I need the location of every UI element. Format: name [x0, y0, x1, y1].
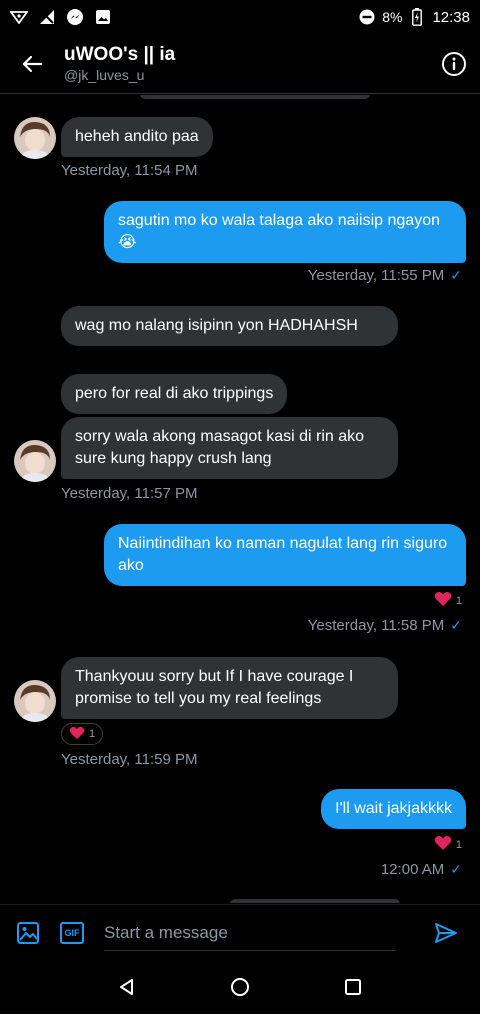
check-icon: ✓	[450, 267, 462, 283]
message-text: heheh andito paa	[75, 128, 199, 145]
info-button[interactable]	[428, 34, 480, 94]
gif-icon: GIF	[60, 921, 84, 944]
message-text: Thankyouu sorry but If I have courage I …	[75, 668, 354, 707]
message-bubble[interactable]: pero for real di ako trippings	[61, 374, 288, 414]
check-icon: ✓	[450, 861, 462, 877]
heart-icon	[434, 835, 452, 854]
message-text: wag mo nalang isipinn yon HADHAHSH	[75, 317, 358, 334]
square-recents-icon	[345, 979, 362, 995]
nav-back-button[interactable]	[107, 967, 147, 1007]
status-bar: 8% 12:38	[0, 0, 480, 34]
reaction-count: 1	[455, 838, 462, 851]
system-navigation-bar	[0, 960, 480, 1014]
check-icon: ✓	[450, 617, 462, 633]
triangle-back-icon	[119, 979, 133, 995]
message-list[interactable]: heheh andito paa Yesterday, 11:54 PM sag…	[0, 95, 480, 903]
message-timestamp: 12:00 AM	[380, 861, 445, 878]
vpn-icon	[10, 8, 28, 26]
add-gif-button[interactable]: GIF	[50, 905, 94, 961]
add-image-button[interactable]	[6, 905, 50, 961]
image-icon	[17, 921, 39, 944]
message-timestamp: Yesterday, 11:59 PM	[61, 751, 198, 768]
reaction-count: 1	[455, 594, 462, 607]
nav-recents-button[interactable]	[333, 967, 373, 1007]
message-bubble[interactable]: Thankyouu sorry but If I have courage I …	[61, 657, 398, 719]
do-not-disturb-icon	[358, 8, 376, 26]
no-signal-icon	[38, 8, 56, 26]
conversation-title: uWOO's || ia	[64, 43, 176, 65]
message-status: Yesterday, 11:55 PM ✓	[308, 267, 462, 284]
send-icon	[435, 923, 457, 943]
message-status: Yesterday, 11:58 PM ✓	[308, 617, 462, 634]
back-button[interactable]	[0, 34, 64, 94]
arrow-left-icon	[22, 55, 43, 72]
message-bubble[interactable]: Naiintindihan ko naman nagulat lang rin …	[104, 524, 466, 586]
clock: 12:38	[432, 8, 470, 26]
heart-icon	[434, 591, 452, 610]
message-status: 12:00 AM ✓	[381, 861, 462, 878]
message-timestamp: Yesterday, 11:54 PM	[61, 162, 198, 179]
heart-icon	[69, 726, 85, 743]
conversation-title-block[interactable]: uWOO's || ia @jk_luves_u	[64, 44, 428, 84]
message-input[interactable]	[104, 915, 396, 951]
avatar[interactable]	[14, 440, 56, 482]
info-icon	[442, 51, 466, 76]
conversation-header: uWOO's || ia @jk_luves_u	[0, 34, 480, 94]
reaction[interactable]: 1	[61, 723, 104, 745]
next-message-edge	[230, 899, 400, 903]
avatar[interactable]	[14, 117, 56, 159]
message-text: pero for real di ako trippings	[75, 385, 274, 402]
circle-home-icon	[230, 978, 249, 996]
message-text: Naiintindihan ko naman nagulat lang rin …	[118, 535, 448, 574]
message-text: sorry wala akong masagot kasi di rin ako…	[75, 428, 365, 467]
previous-message-edge	[140, 95, 370, 99]
message-bubble[interactable]: sorry wala akong masagot kasi di rin ako…	[61, 417, 398, 479]
nav-home-button[interactable]	[220, 967, 260, 1007]
battery-percent: 8%	[382, 9, 403, 25]
avatar[interactable]	[14, 680, 56, 722]
message-composer: GIF	[0, 904, 480, 960]
conversation-handle: @jk_luves_u	[64, 66, 145, 83]
message-bubble[interactable]: I'll wait jakjakkkk	[321, 789, 466, 829]
message-bubble[interactable]: sagutin mo ko wala talaga ako naiisip ng…	[104, 201, 466, 263]
reaction-count: 1	[89, 728, 96, 740]
battery-charging-icon	[408, 8, 426, 26]
message-bubble[interactable]: heheh andito paa	[61, 117, 213, 157]
message-text: sagutin mo ko wala talaga ako naiisip ng…	[118, 212, 440, 251]
message-timestamp: Yesterday, 11:58 PM	[307, 617, 445, 634]
message-bubble[interactable]: wag mo nalang isipinn yon HADHAHSH	[61, 306, 398, 346]
message-timestamp: Yesterday, 11:55 PM	[307, 267, 445, 284]
send-button[interactable]	[428, 915, 464, 951]
message-timestamp: Yesterday, 11:57 PM	[61, 485, 198, 502]
reaction[interactable]: 1	[434, 591, 462, 610]
messenger-icon	[66, 8, 84, 26]
message-text: I'll wait jakjakkkk	[335, 800, 452, 817]
gallery-icon	[94, 8, 112, 26]
reaction[interactable]: 1	[434, 835, 462, 854]
